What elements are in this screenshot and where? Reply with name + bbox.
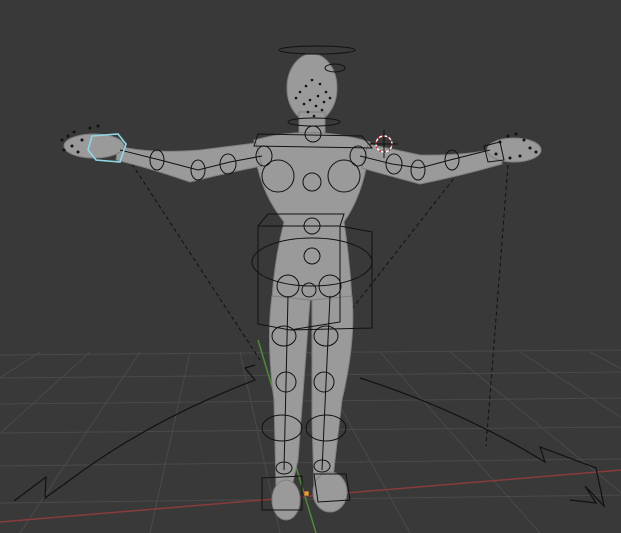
object-origin-marker bbox=[303, 490, 310, 497]
mesh-right-leg[interactable] bbox=[311, 295, 354, 487]
head-top-control[interactable] bbox=[278, 45, 356, 55]
mesh-left-foot[interactable] bbox=[271, 479, 301, 521]
floor-grid bbox=[0, 349, 621, 533]
mesh-right-hand[interactable] bbox=[486, 137, 542, 163]
3d-viewport[interactable] bbox=[0, 0, 621, 533]
mesh-right-arm[interactable] bbox=[361, 143, 503, 185]
mesh-torso[interactable] bbox=[253, 131, 371, 301]
mesh-left-arm[interactable] bbox=[115, 142, 263, 183]
mesh-right-foot[interactable] bbox=[312, 471, 348, 513]
viewport-canvas[interactable] bbox=[0, 0, 621, 533]
